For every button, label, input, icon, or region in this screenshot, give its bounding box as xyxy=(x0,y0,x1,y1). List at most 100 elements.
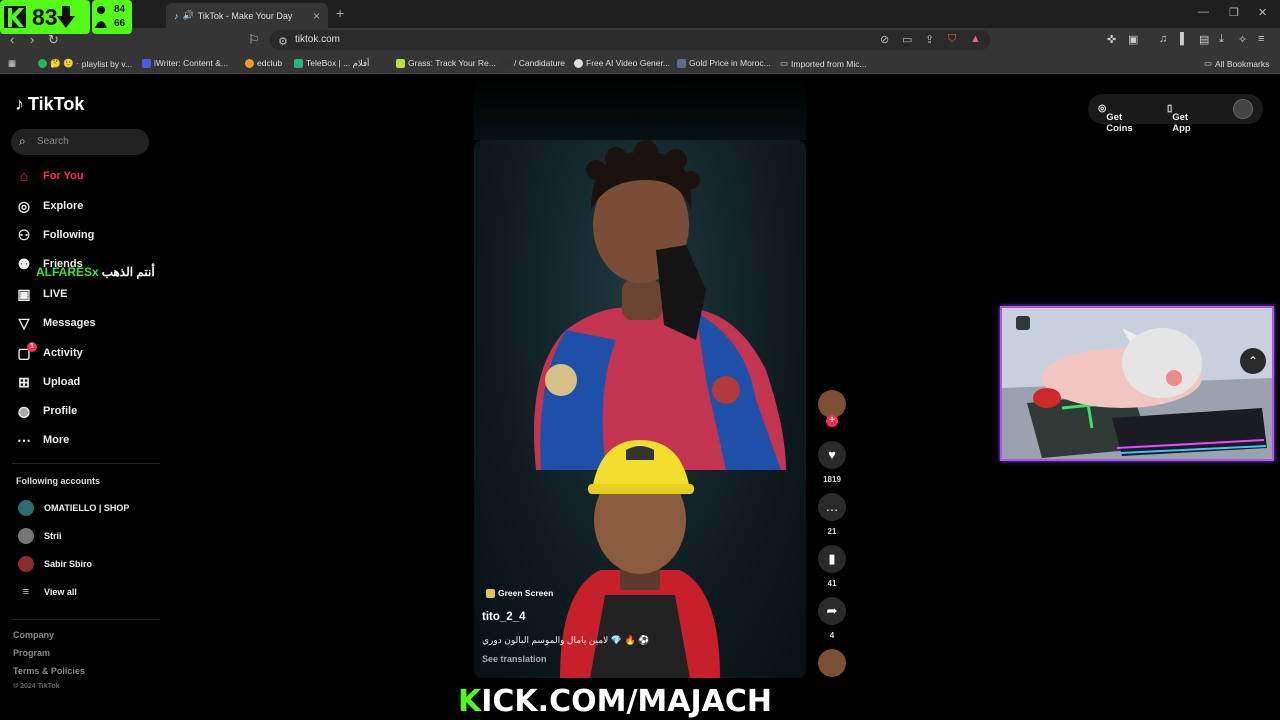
header-actions: ◎ Get Coins ▯ Get App xyxy=(1088,94,1263,134)
follow-plus-icon[interactable]: + xyxy=(826,415,838,427)
compass-icon: ◎ xyxy=(17,197,31,214)
bookmark-folder-all[interactable]: ▭ All Bookmarks xyxy=(1204,58,1269,69)
no-tracking-icon[interactable]: ⊘ xyxy=(880,33,889,46)
avatar xyxy=(18,500,34,516)
footer-program[interactable]: Program xyxy=(13,648,50,658)
green-screen-tag[interactable]: Green Screen xyxy=(486,588,553,598)
nav-activity[interactable]: ▢ 1 Activity xyxy=(16,341,83,363)
following-account[interactable]: OMATIELLO | SHOP xyxy=(18,500,129,516)
get-app-button[interactable]: ▯ Get App xyxy=(1167,103,1191,134)
bookmark-candidature[interactable]: / Candidature xyxy=(502,58,565,68)
share-count: 4 xyxy=(829,631,835,640)
webcam-scene xyxy=(1002,308,1272,459)
download-icon[interactable]: ⤓ xyxy=(1219,33,1224,46)
bookmark-telebox[interactable]: TeleBox | ... أفلام xyxy=(294,58,369,69)
music-disc[interactable] xyxy=(818,649,846,677)
video-player[interactable]: Green Screen tito_2_4 لامين يامال والموس… xyxy=(474,140,806,678)
close-tab-icon[interactable]: × xyxy=(313,9,320,23)
footer-company[interactable]: Company xyxy=(13,630,54,640)
site-info-icon[interactable]: ⚙ xyxy=(278,35,288,48)
tab-title: TikTok - Make Your Day xyxy=(197,10,293,21)
video-username[interactable]: tito_2_4 xyxy=(482,611,525,623)
tiktok-logo[interactable]: ♪ TikTok xyxy=(15,94,84,115)
save-button[interactable]: ▮ 41 xyxy=(818,545,846,588)
active-tab[interactable]: ♪ 🔊 TikTok - Make Your Day × xyxy=(166,3,328,28)
bookmark-folder-imported[interactable]: ▭ Imported from Mic... xyxy=(780,58,867,69)
share-button[interactable]: ➦ 4 xyxy=(818,597,846,640)
music-avatar xyxy=(818,649,846,677)
avatar xyxy=(818,390,846,418)
bookmark-gold-price[interactable]: Gold Price in Moroc... xyxy=(677,58,771,68)
bookmark-grass[interactable]: Grass: Track Your Re... xyxy=(396,58,496,68)
heart-icon: ♥ xyxy=(818,441,846,469)
footer-terms[interactable]: Terms & Policies xyxy=(13,666,85,676)
activity-icon: ▢ 1 xyxy=(16,341,37,362)
like-button[interactable]: ♥ 1819 xyxy=(818,441,846,484)
new-tab-button[interactable]: + xyxy=(336,5,344,21)
cast-icon[interactable]: ▭ xyxy=(902,33,912,46)
stream-overlay-name: ALFARESx أنتم الذهب xyxy=(36,265,155,279)
tiktok-favicon-icon: ♪ xyxy=(174,10,179,21)
bookmark-icon: ▮ xyxy=(818,545,846,573)
restore-icon[interactable]: ❐ xyxy=(1229,6,1239,19)
footer-copyright: © 2024 TikTok xyxy=(13,683,60,690)
activity-badge: 1 xyxy=(27,341,37,352)
bookmark-free-ai-video[interactable]: Free AI Video Gener... xyxy=(574,58,670,68)
see-translation-link[interactable]: See translation xyxy=(482,654,547,664)
screen: لماذا ا... ♪ 🔊 TikTok - Make Your Day × … xyxy=(0,0,1280,720)
wallet2-icon[interactable]: ▤ xyxy=(1199,33,1209,46)
following-account[interactable]: Sabir Sbiro xyxy=(18,556,92,572)
leo-ai-icon[interactable]: ✧ xyxy=(1238,33,1247,46)
avatar xyxy=(18,528,34,544)
search-icon: ⌕ xyxy=(19,134,26,148)
extensions-icon[interactable]: ✜ xyxy=(1107,33,1116,46)
creator-avatar[interactable] xyxy=(818,390,846,418)
nav-profile[interactable]: ◍ Profile xyxy=(16,401,77,421)
live-icon: ▣ xyxy=(17,285,31,302)
browser-tab-bar: لماذا ا... ♪ 🔊 TikTok - Make Your Day × … xyxy=(0,0,1280,28)
bookmark-page-icon[interactable]: ⚐ xyxy=(248,32,260,48)
menu-icon[interactable]: ≡ xyxy=(1258,33,1264,45)
bookmarks-bar: ▦ 🤔 🙂 · playlist by v... iWriter: Conten… xyxy=(0,52,1280,74)
nav-live[interactable]: ▣ LIVE xyxy=(16,284,67,304)
address-toolbar: ‹ › ↻ ⚐ ⚙ tiktok.com ⊘ ▭ ⇪ ⛉ ▲ ✜ ▣ ♫ ▌ ▤… xyxy=(0,28,1280,52)
close-window-icon[interactable]: ✕ xyxy=(1258,6,1267,19)
video-description: لامين يامال والموسم البالون دوري 💎 🔥 ⚽ xyxy=(482,635,650,645)
send-icon: ▽ xyxy=(18,314,30,331)
search-input[interactable]: ⌕ Search xyxy=(11,129,149,155)
nav-following[interactable]: ⚇ Following xyxy=(16,225,95,245)
bookmark-iwriter[interactable]: iWriter: Content &... xyxy=(142,58,228,68)
minimize-icon[interactable]: — xyxy=(1198,6,1209,18)
apps-icon[interactable]: ▦ xyxy=(8,58,16,69)
tiktok-note-icon: ♪ xyxy=(15,94,24,114)
share-icon[interactable]: ⇪ xyxy=(925,33,934,46)
nav-explore[interactable]: ◎ Explore xyxy=(16,196,83,216)
video-top-shade xyxy=(474,78,806,140)
wallet-icon[interactable]: ▣ xyxy=(1128,33,1138,46)
nav-more[interactable]: ⋯ More xyxy=(16,430,69,450)
sidebar-divider xyxy=(12,619,160,620)
get-coins-button[interactable]: ◎ Get Coins xyxy=(1098,103,1133,134)
following-account[interactable]: Strii xyxy=(18,528,62,544)
profile-icon: ◍ xyxy=(17,402,31,419)
nav-messages[interactable]: ▽ Messages xyxy=(16,313,96,333)
comment-count: 21 xyxy=(827,527,837,536)
brave-rewards-icon[interactable]: ▲ xyxy=(970,33,981,45)
comment-icon: … xyxy=(818,493,846,521)
home-icon: ⌂ xyxy=(19,168,29,184)
scroll-up-button[interactable]: ⌃ xyxy=(1240,348,1266,374)
nav-for-you[interactable]: ⌂ For You xyxy=(16,166,84,186)
comment-button[interactable]: … 21 xyxy=(818,493,846,536)
kick-url-banner: KICK.COM/MAJACH xyxy=(458,684,772,719)
save-count: 41 xyxy=(827,579,837,588)
bookmark-edclub[interactable]: edclub xyxy=(245,58,282,68)
media-icon[interactable]: ♫ xyxy=(1159,33,1167,45)
view-all-link[interactable]: ≡ View all xyxy=(18,586,77,598)
brave-shield-icon[interactable]: ⛉ xyxy=(948,33,956,46)
share-arrow-icon: ➦ xyxy=(818,597,846,625)
url-text: tiktok.com xyxy=(295,34,341,45)
profile-avatar[interactable] xyxy=(1233,99,1253,119)
bookmark-playlist[interactable]: 🤔 🙂 · playlist by v... xyxy=(38,58,132,69)
sidebar-icon[interactable]: ▌ xyxy=(1180,33,1188,45)
nav-upload[interactable]: ⊞ Upload xyxy=(16,372,80,392)
